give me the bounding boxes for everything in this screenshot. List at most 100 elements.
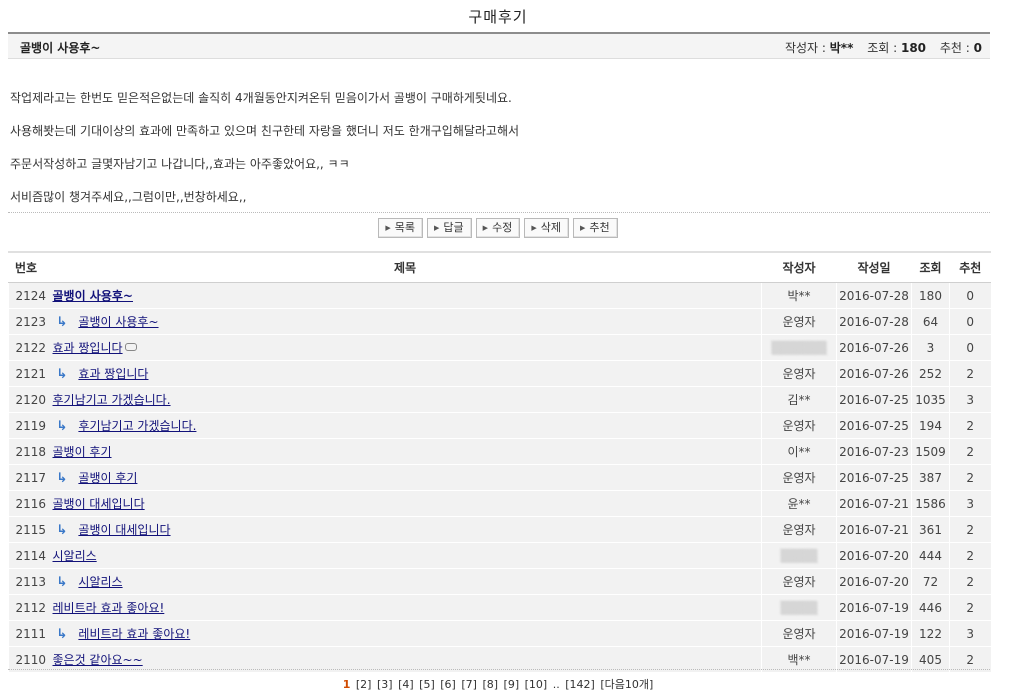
row-title-link[interactable]: 골뱅이 사용후~: [53, 289, 133, 303]
table-row[interactable]: 2114 시알리스 ▒▒▒▒ 2016-07-20 444 2: [8, 542, 991, 569]
row-date: 2016-07-20: [836, 542, 912, 569]
page-link[interactable]: [2]: [356, 678, 372, 691]
row-title-link[interactable]: 골뱅이 대세입니다: [78, 523, 170, 537]
edit-button[interactable]: ▶ 수정: [475, 218, 521, 238]
row-date: 2016-07-25: [836, 386, 912, 413]
row-date: 2016-07-20: [836, 568, 912, 595]
author-label: 작성자 :: [784, 41, 826, 55]
row-title-link[interactable]: 골뱅이 사용후~: [78, 315, 158, 329]
row-date: 2016-07-21: [836, 490, 912, 517]
row-title-link[interactable]: 시알리스: [78, 575, 122, 589]
row-author-redacted: ▒▒▒▒▒▒: [761, 334, 837, 361]
header-views: 조회: [911, 251, 950, 283]
post-header: 골뱅이 사용후~ 작성자 : 박** 조회 : 180 추천 : 0: [8, 32, 990, 59]
attachment-icon: [124, 343, 137, 351]
table-row[interactable]: 2111 ↳ 레비트라 효과 좋아요! 운영자 2016-07-19 122 3: [8, 620, 991, 647]
row-views: 64: [911, 308, 950, 335]
row-recommend: 2: [949, 516, 991, 543]
row-num: 2120: [8, 386, 49, 413]
row-num: 2122: [8, 334, 49, 361]
row-date: 2016-07-19: [836, 620, 912, 647]
row-title-link[interactable]: 골뱅이 대세입니다: [53, 497, 145, 511]
next-pages-link[interactable]: [다음10개]: [600, 678, 653, 691]
list-button[interactable]: ▶ 목록: [378, 218, 424, 238]
row-views: 1035: [911, 386, 950, 413]
row-title-link[interactable]: 후기남기고 가겠습니다.: [53, 393, 171, 407]
page-current[interactable]: 1: [343, 678, 351, 691]
row-date: 2016-07-19: [836, 594, 912, 621]
row-date: 2016-07-28: [836, 282, 912, 309]
page-link[interactable]: [7]: [461, 678, 477, 691]
row-views: 3: [911, 334, 950, 361]
row-recommend: 3: [949, 620, 991, 647]
table-row[interactable]: 2119 ↳ 후기남기고 가겠습니다. 운영자 2016-07-25 194 2: [8, 412, 991, 439]
row-title-link[interactable]: 좋은것 같아요~~: [53, 653, 143, 667]
row-title-link[interactable]: 골뱅이 후기: [53, 445, 112, 459]
row-title-link[interactable]: 시알리스: [53, 549, 97, 563]
table-row[interactable]: 2116 골뱅이 대세입니다 윤** 2016-07-21 1586 3: [8, 490, 991, 517]
row-recommend: 0: [949, 308, 991, 335]
delete-button[interactable]: ▶ 삭제: [524, 218, 569, 238]
row-recommend: 3: [949, 386, 991, 413]
page-link[interactable]: [5]: [419, 678, 435, 691]
table-row[interactable]: 2118 골뱅이 후기 이** 2016-07-23 1509 2: [8, 438, 991, 465]
row-num: 2118: [8, 438, 49, 465]
table-row[interactable]: 2123 ↳ 골뱅이 사용후~ 운영자 2016-07-28 64 0: [8, 308, 991, 335]
row-date: 2016-07-26: [836, 334, 912, 361]
table-row[interactable]: 2115 ↳ 골뱅이 대세입니다 운영자 2016-07-21 361 2: [8, 516, 991, 543]
pagination: 1 [2] [3] [4] [5] [6] [7] [8] [9] [10] .…: [0, 676, 996, 692]
row-author: 박**: [761, 282, 837, 309]
table-row[interactable]: 2121 ↳ 효과 짱입니다 운영자 2016-07-26 252 2: [8, 360, 991, 387]
reply-button[interactable]: ▶ 답글: [427, 218, 472, 238]
header-author: 작성자: [761, 251, 837, 283]
list-button-label: 목록: [394, 221, 416, 234]
reply-arrow-icon: ↳: [56, 627, 68, 642]
post-recommend: 0: [973, 41, 982, 55]
row-date: 2016-07-25: [836, 464, 912, 491]
table-row[interactable]: 2113 ↳ 시알리스 운영자 2016-07-20 72 2: [8, 568, 991, 595]
row-author: 운영자: [761, 620, 837, 647]
table-row[interactable]: 2122 효과 짱입니다 ▒▒▒▒▒▒ 2016-07-26 3 0: [8, 334, 991, 361]
row-num: 2119: [8, 412, 49, 439]
page-link[interactable]: [10]: [525, 678, 548, 691]
views-label: 조회 :: [867, 41, 898, 55]
row-views: 446: [911, 594, 950, 621]
row-date: 2016-07-28: [836, 308, 912, 335]
triangle-right-icon: ▶: [482, 224, 489, 232]
row-num: 2117: [8, 464, 49, 491]
recommend-button-label: 추천: [589, 221, 610, 234]
row-author: 운영자: [761, 568, 837, 595]
page-link[interactable]: [9]: [504, 678, 520, 691]
reply-button-label: 답글: [443, 221, 464, 234]
recommend-button[interactable]: ▶ 추천: [572, 218, 618, 238]
row-views: 387: [911, 464, 950, 491]
row-views: 122: [911, 620, 950, 647]
page-link[interactable]: [4]: [398, 678, 414, 691]
row-title-link[interactable]: 후기남기고 가겠습니다.: [78, 419, 196, 433]
action-buttons: ▶ 목록 ▶ 답글 ▶ 수정 ▶ 삭제 ▶ 추천: [0, 218, 996, 238]
header-recommend: 추천: [949, 251, 991, 283]
row-title-link[interactable]: 효과 짱입니다: [53, 341, 123, 355]
table-row[interactable]: 2117 ↳ 골뱅이 후기 운영자 2016-07-25 387 2: [8, 464, 991, 491]
board-title: 구매후기: [468, 8, 528, 26]
table-row[interactable]: 2124 골뱅이 사용후~ 박** 2016-07-28 180 0: [8, 282, 991, 309]
row-author: 운영자: [761, 308, 837, 335]
page-link[interactable]: [142]: [565, 678, 595, 691]
page-link[interactable]: [3]: [377, 678, 393, 691]
table-row[interactable]: 2112 레비트라 효과 좋아요! ▒▒▒▒ 2016-07-19 446 2: [8, 594, 991, 621]
row-date: 2016-07-21: [836, 516, 912, 543]
table-row[interactable]: 2120 후기남기고 가겠습니다. 김** 2016-07-25 1035 3: [8, 386, 991, 413]
header-date: 작성일: [836, 251, 912, 283]
row-title-link[interactable]: 효과 짱입니다: [78, 367, 148, 381]
row-date: 2016-07-26: [836, 360, 912, 387]
page-link[interactable]: [8]: [482, 678, 498, 691]
row-title-link[interactable]: 골뱅이 후기: [78, 471, 137, 485]
row-title-link[interactable]: 레비트라 효과 좋아요!: [78, 627, 190, 641]
row-title-link[interactable]: 레비트라 효과 좋아요!: [53, 601, 165, 615]
row-recommend: 2: [949, 568, 991, 595]
page-link[interactable]: [6]: [440, 678, 456, 691]
row-recommend: 2: [949, 464, 991, 491]
reply-arrow-icon: ↳: [56, 367, 68, 382]
reply-arrow-icon: ↳: [56, 523, 68, 538]
post-body-line: 작업제라고는 한번도 믿은적은없는데 솔직히 4개월동안지켜온뒤 믿음이가서 골…: [10, 91, 512, 105]
